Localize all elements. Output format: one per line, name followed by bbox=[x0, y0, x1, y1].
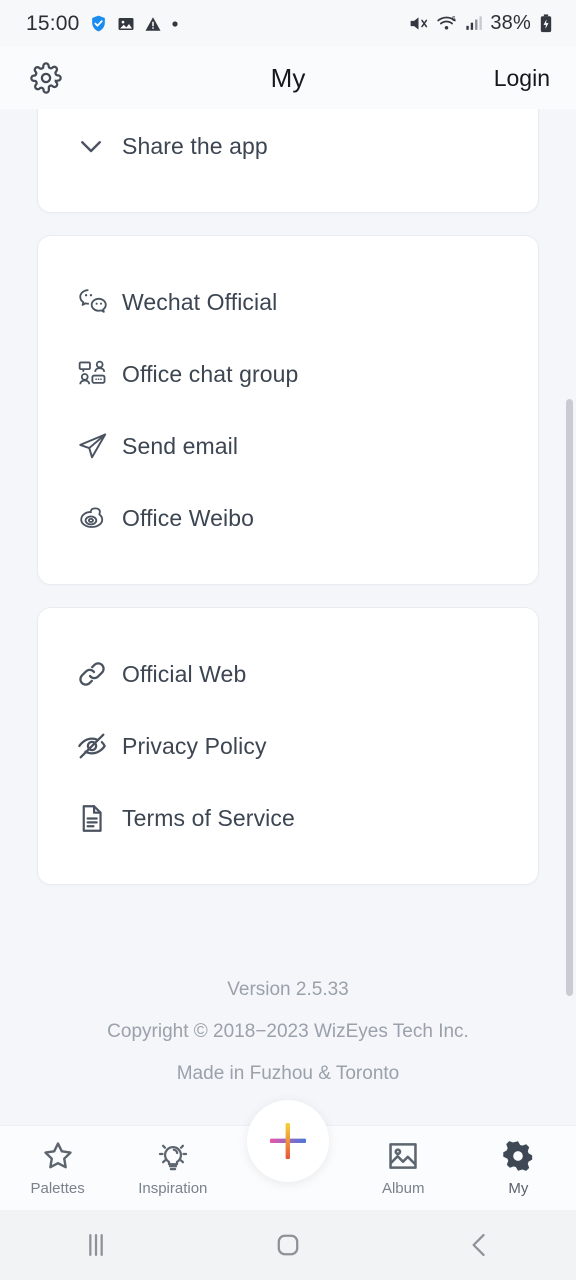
list-item-label: Privacy Policy bbox=[122, 732, 267, 759]
image-icon bbox=[386, 1137, 420, 1175]
list-item-privacy-policy[interactable]: Privacy Policy bbox=[38, 710, 538, 782]
tab-label: Inspiration bbox=[138, 1180, 208, 1197]
version-text: Version 2.5.33 bbox=[227, 979, 349, 1000]
mute-icon bbox=[408, 13, 429, 34]
tab-label: Palettes bbox=[30, 1180, 85, 1197]
wifi-6-icon: 6 bbox=[436, 13, 457, 34]
send-email-icon bbox=[76, 429, 122, 463]
list-item-wechat-official[interactable]: Wechat Official bbox=[38, 266, 538, 338]
list-item-label: Office chat group bbox=[122, 360, 299, 387]
tab-inspiration[interactable]: Inspiration bbox=[115, 1126, 230, 1197]
chevron-down-icon bbox=[76, 131, 122, 161]
list-item-office-weibo[interactable]: Office Weibo bbox=[38, 482, 538, 554]
card-share: Share the app bbox=[37, 109, 539, 213]
svg-text:6: 6 bbox=[452, 16, 456, 23]
tab-label: My bbox=[508, 1180, 529, 1197]
signal-bars-icon bbox=[464, 14, 483, 33]
list-item-send-email[interactable]: Send email bbox=[38, 410, 538, 482]
weibo-icon bbox=[76, 501, 122, 535]
android-navigation-bar bbox=[0, 1210, 576, 1280]
list-item-label: Office Weibo bbox=[122, 504, 255, 531]
vertical-scrollbar[interactable] bbox=[566, 399, 573, 996]
list-item-label: Share the app bbox=[122, 132, 268, 159]
card-padding bbox=[38, 554, 538, 584]
tab-album[interactable]: Album bbox=[346, 1126, 461, 1197]
card-contact: Wechat Official Office chat group Send e… bbox=[37, 235, 539, 585]
shield-check-icon bbox=[89, 14, 108, 33]
status-bar-right: 6 38% bbox=[408, 12, 554, 35]
star-icon bbox=[41, 1137, 75, 1175]
card-padding bbox=[38, 608, 538, 638]
list-item[interactable]: Share the app bbox=[38, 110, 538, 182]
create-button[interactable] bbox=[247, 1100, 329, 1182]
tab-my[interactable]: My bbox=[461, 1126, 576, 1197]
plus-icon bbox=[264, 1117, 312, 1165]
gear-icon bbox=[501, 1137, 535, 1175]
made-in-text: Made in Fuzhou & Toronto bbox=[176, 1063, 400, 1084]
battery-percent: 38% bbox=[490, 12, 531, 34]
gear-icon bbox=[30, 62, 62, 94]
list-item-label: Wechat Official bbox=[122, 288, 278, 315]
phone-screen: 15:00 6 38% My Login Share the app Wecha… bbox=[0, 0, 576, 1280]
list-item-terms-of-service[interactable]: Terms of Service bbox=[38, 782, 538, 854]
scroll-content[interactable]: Share the app Wechat Official Office cha… bbox=[0, 109, 576, 1109]
card-legal: Official Web Privacy Policy Terms of Ser… bbox=[37, 607, 539, 885]
card-padding bbox=[38, 182, 538, 212]
copyright-text: Copyright © 2018−2023 WizEyes Tech Inc. bbox=[107, 1021, 469, 1042]
tab-label: Album bbox=[381, 1180, 425, 1197]
list-item-official-web[interactable]: Official Web bbox=[38, 638, 538, 710]
list-item-office-chat-group[interactable]: Office chat group bbox=[38, 338, 538, 410]
status-bar: 15:00 6 38% bbox=[0, 0, 576, 47]
eye-off-icon bbox=[76, 730, 122, 762]
recents-button[interactable] bbox=[36, 1210, 156, 1280]
list-item-label: Official Web bbox=[122, 660, 247, 687]
list-item-label: Send email bbox=[122, 432, 239, 459]
card-padding bbox=[38, 854, 538, 884]
status-time: 15:00 bbox=[26, 11, 80, 35]
link-icon bbox=[76, 658, 122, 690]
document-icon bbox=[76, 803, 122, 834]
warning-icon bbox=[144, 15, 162, 33]
lightbulb-icon bbox=[156, 1137, 190, 1175]
wechat-icon bbox=[76, 285, 122, 319]
status-bar-left: 15:00 bbox=[26, 12, 179, 36]
footer-info: Version 2.5.33 Copyright © 2018−2023 Wiz… bbox=[0, 969, 576, 1095]
page-title: My bbox=[270, 62, 306, 93]
battery-charging-icon bbox=[538, 14, 554, 33]
list-item-label: Terms of Service bbox=[122, 804, 295, 831]
card-padding bbox=[38, 236, 538, 266]
tab-palettes[interactable]: Palettes bbox=[0, 1126, 115, 1197]
dot-icon bbox=[171, 20, 179, 28]
settings-button[interactable] bbox=[30, 62, 62, 94]
back-button[interactable] bbox=[420, 1210, 540, 1280]
image-icon bbox=[117, 15, 135, 33]
login-button[interactable]: Login bbox=[494, 65, 550, 92]
app-header: My Login bbox=[0, 47, 576, 109]
office-chat-group-icon bbox=[76, 357, 122, 391]
home-button[interactable] bbox=[228, 1210, 348, 1280]
